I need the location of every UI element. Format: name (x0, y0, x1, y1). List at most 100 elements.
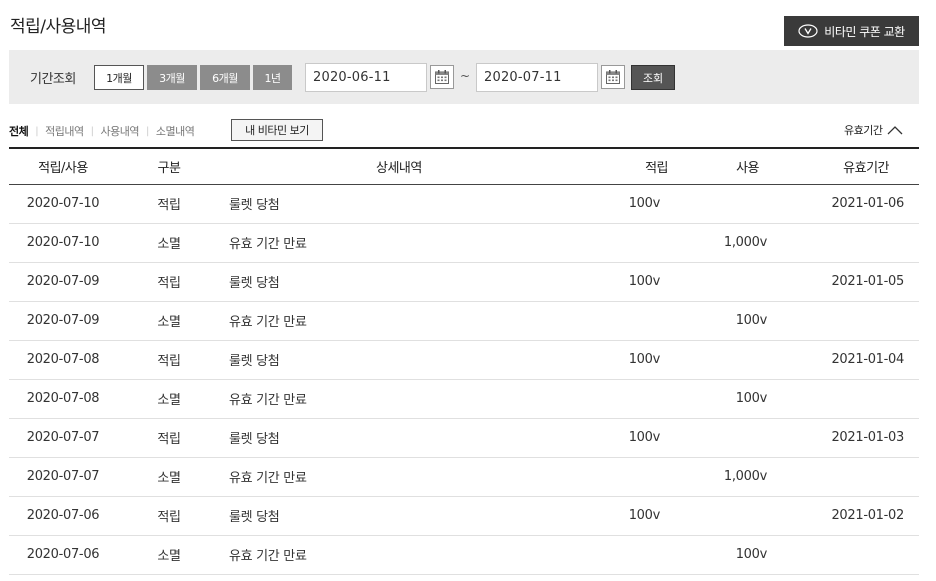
search-submit-button[interactable]: 조회 (631, 65, 675, 90)
cell-expiry (796, 379, 919, 418)
cell-use: 100v (735, 313, 768, 328)
cell-earn (521, 457, 671, 496)
cell-expiry: 2021-01-04 (831, 352, 904, 367)
tab-used[interactable]: 사용내역 (100, 123, 139, 139)
period-search-panel: 기간조회 1개월 3개월 6개월 1년 2020-06-11 ~ 2020-07… (9, 50, 919, 104)
cell-expiry: 2021-01-03 (831, 430, 904, 445)
period-3-months-button[interactable]: 3개월 (147, 65, 197, 90)
cell-earn (521, 535, 671, 574)
history-filter-tabs: 전체 | 적립내역 | 사용내역 | 소멸내역 (9, 123, 195, 139)
cell-type: 소멸 (157, 549, 181, 564)
cell-type: 적립 (157, 510, 181, 525)
history-table-container: 적립/사용 구분 상세내역 적립 사용 유효기간 2020-07-10 적립 룰렛 … (9, 147, 919, 575)
cell-date: 2020-07-10 (26, 196, 100, 211)
cell-detail: 유효 기간 만료 (229, 315, 307, 330)
cell-use: 1,000v (723, 235, 767, 250)
table-header-row: 적립/사용 구분 상세내역 적립 사용 유효기간 (9, 148, 919, 184)
cell-use: 1,000v (723, 469, 767, 484)
tab-earned[interactable]: 적립내역 (45, 123, 84, 139)
vitamin-v-icon (798, 24, 818, 38)
end-date-calendar-button[interactable] (601, 65, 625, 89)
chevron-up-icon (888, 126, 903, 135)
sort-by-expiry-toggle[interactable]: 유효기간 (844, 122, 903, 138)
cell-date: 2020-07-09 (26, 313, 100, 328)
period-6-months-button[interactable]: 6개월 (200, 65, 250, 90)
coupon-button-label: 비타민 쿠폰 교환 (824, 24, 905, 39)
cell-use: 100v (735, 547, 768, 562)
table-row: 2020-07-10 적립 룰렛 당첨 100v 2021-01-06 (9, 184, 919, 223)
history-table: 적립/사용 구분 상세내역 적립 사용 유효기간 2020-07-10 적립 룰렛 … (9, 147, 919, 575)
cell-earn: 100v (628, 274, 661, 289)
tab-all[interactable]: 전체 (9, 123, 29, 139)
cell-date: 2020-07-06 (26, 508, 100, 523)
column-header-date: 적립/사용 (38, 160, 88, 176)
my-vitamin-button[interactable]: 내 비타민 보기 (231, 119, 323, 141)
cell-type: 소멸 (157, 471, 181, 486)
cell-detail: 유효 기간 만료 (229, 393, 307, 408)
cell-detail: 룰렛 당첨 (229, 510, 280, 525)
page-title: 적립/사용내역 (10, 17, 107, 37)
cell-expiry: 2021-01-06 (831, 196, 904, 211)
tab-divider: | (35, 125, 39, 137)
cell-earn: 100v (628, 352, 661, 367)
tab-divider: | (145, 125, 149, 137)
column-header-use: 사용 (736, 160, 759, 176)
cell-detail: 유효 기간 만료 (229, 471, 307, 486)
cell-earn: 100v (628, 508, 661, 523)
cell-expiry (796, 457, 919, 496)
column-header-expiry: 유효기간 (843, 160, 889, 176)
start-date-input[interactable]: 2020-06-11 (305, 63, 427, 92)
period-1-month-button[interactable]: 1개월 (94, 65, 144, 90)
cell-detail: 룰렛 당첨 (229, 198, 280, 213)
table-row: 2020-07-09 소멸 유효 기간 만료 100v (9, 301, 919, 340)
end-date-input[interactable]: 2020-07-11 (476, 63, 598, 92)
start-date-calendar-button[interactable] (430, 65, 454, 89)
cell-use (671, 496, 796, 535)
cell-type: 소멸 (157, 315, 181, 330)
table-row: 2020-07-08 소멸 유효 기간 만료 100v (9, 379, 919, 418)
cell-earn (521, 301, 671, 340)
table-row: 2020-07-08 적립 룰렛 당첨 100v 2021-01-04 (9, 340, 919, 379)
period-1-year-button[interactable]: 1년 (253, 65, 292, 90)
cell-expiry: 2021-01-05 (831, 274, 904, 289)
vitamin-coupon-exchange-button[interactable]: 비타민 쿠폰 교환 (784, 16, 919, 46)
sort-by-expiry-label: 유효기간 (844, 124, 883, 137)
tab-expired[interactable]: 소멸내역 (156, 123, 195, 139)
cell-use (671, 418, 796, 457)
cell-expiry (796, 535, 919, 574)
cell-expiry (796, 301, 919, 340)
cell-use (671, 262, 796, 301)
table-row: 2020-07-06 소멸 유효 기간 만료 100v (9, 535, 919, 574)
cell-earn (521, 379, 671, 418)
cell-detail: 유효 기간 만료 (229, 237, 307, 252)
cell-use (671, 184, 796, 223)
cell-date: 2020-07-08 (26, 391, 100, 406)
cell-date: 2020-07-10 (26, 235, 100, 250)
cell-expiry (796, 223, 919, 262)
date-range-separator: ~ (460, 69, 471, 83)
cell-type: 적립 (157, 354, 181, 369)
cell-date: 2020-07-09 (26, 274, 100, 289)
column-header-detail: 상세내역 (376, 160, 422, 176)
cell-earn (521, 223, 671, 262)
cell-date: 2020-07-06 (26, 547, 100, 562)
cell-detail: 룰렛 당첨 (229, 432, 280, 447)
table-row: 2020-07-07 소멸 유효 기간 만료 1,000v (9, 457, 919, 496)
cell-type: 적립 (157, 276, 181, 291)
cell-earn: 100v (628, 196, 661, 211)
period-search-label: 기간조회 (30, 72, 76, 87)
table-row: 2020-07-09 적립 룰렛 당첨 100v 2021-01-05 (9, 262, 919, 301)
table-row: 2020-07-10 소멸 유효 기간 만료 1,000v (9, 223, 919, 262)
cell-date: 2020-07-07 (26, 469, 100, 484)
tab-divider: | (90, 125, 94, 137)
cell-use (671, 340, 796, 379)
column-header-earn: 적립 (645, 160, 668, 176)
cell-earn: 100v (628, 430, 661, 445)
table-row: 2020-07-06 적립 룰렛 당첨 100v 2021-01-02 (9, 496, 919, 535)
cell-type: 적립 (157, 198, 181, 213)
cell-date: 2020-07-08 (26, 352, 100, 367)
table-row: 2020-07-07 적립 룰렛 당첨 100v 2021-01-03 (9, 418, 919, 457)
cell-type: 소멸 (157, 393, 181, 408)
cell-type: 적립 (157, 432, 181, 447)
column-header-type: 구분 (157, 160, 181, 176)
